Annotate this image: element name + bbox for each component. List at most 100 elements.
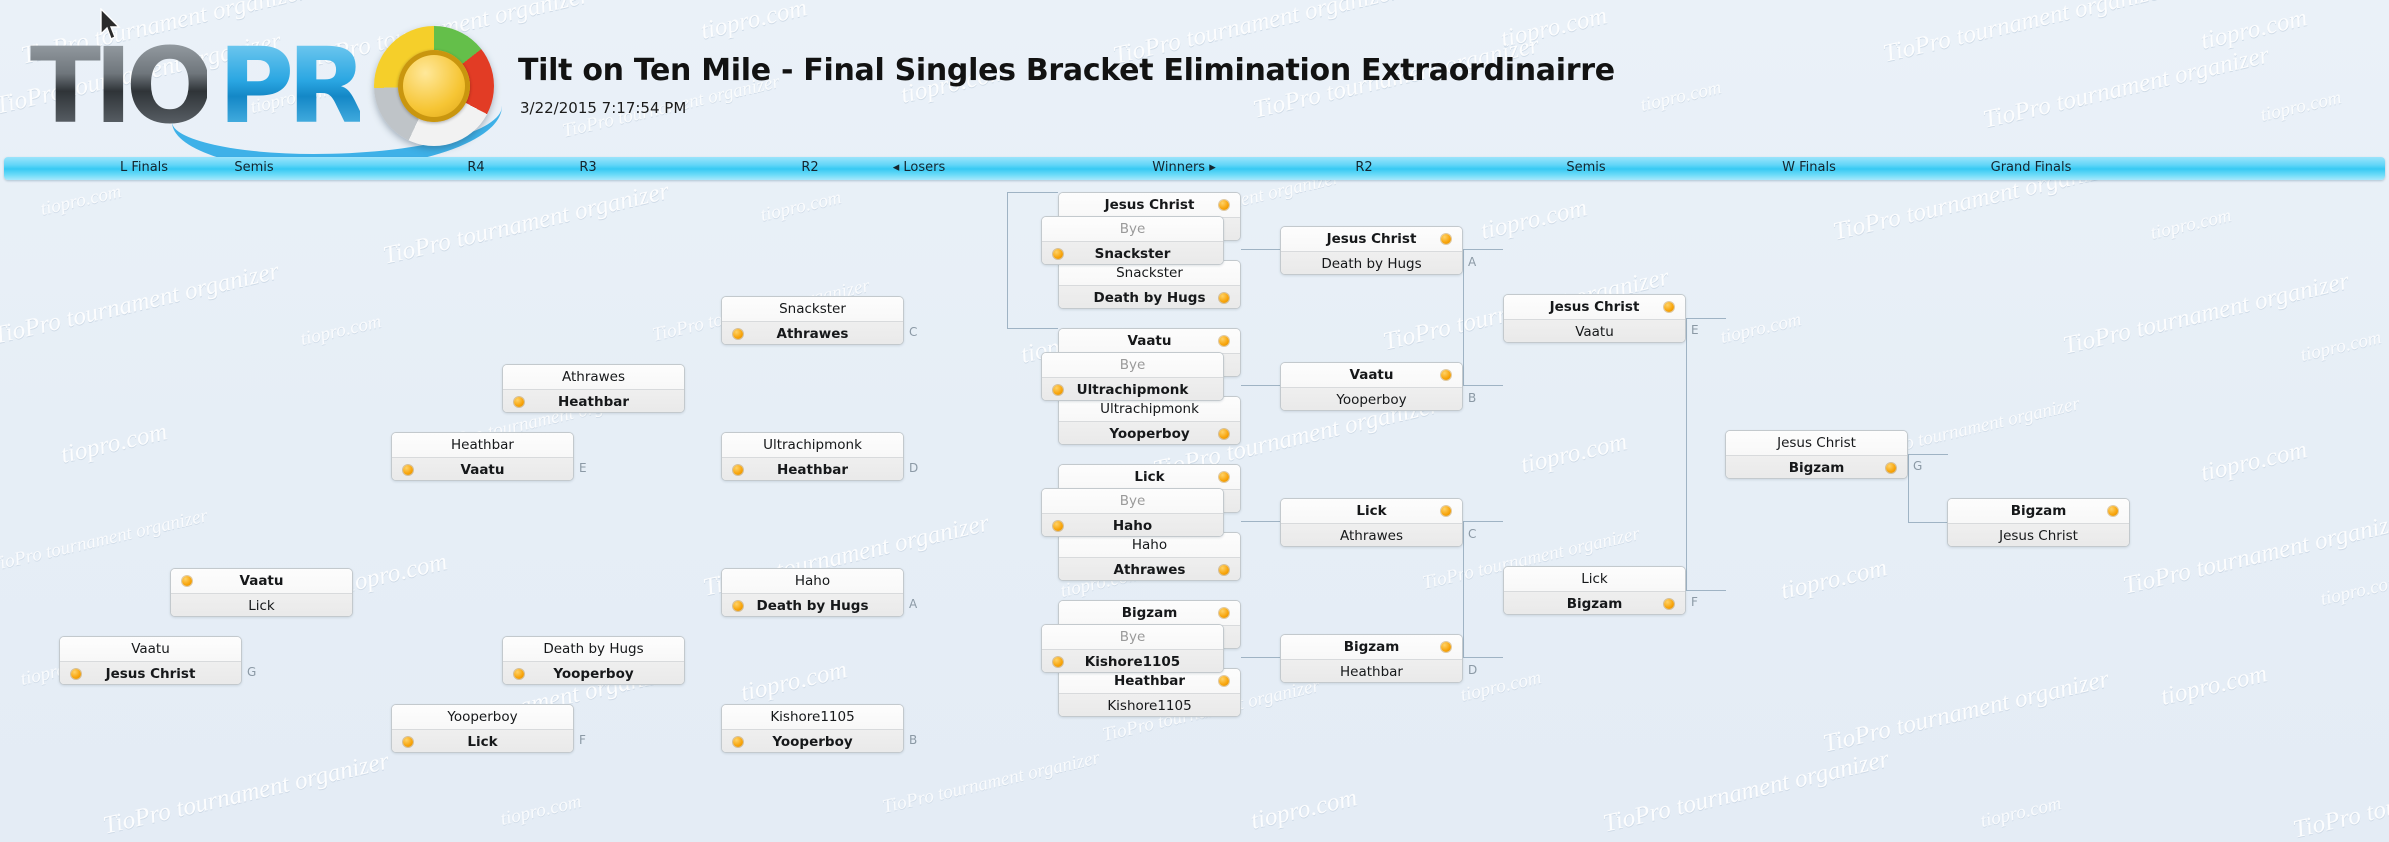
winner-marker-icon — [1441, 642, 1451, 652]
match-slot-top[interactable]: Yooperboy — [392, 705, 573, 729]
match-slot-bottom[interactable]: Vaatu — [1504, 319, 1685, 342]
match-box[interactable]: Vaatu Jesus Christ — [59, 636, 242, 685]
match-slot-top[interactable]: Jesus Christ — [1726, 431, 1907, 455]
match-slot-bottom[interactable]: Haho — [1042, 513, 1223, 536]
match-slot-bottom[interactable]: Snackster — [1042, 241, 1223, 264]
match-box[interactable]: Bye Snackster — [1041, 216, 1224, 265]
match-box[interactable]: Heathbar Vaatu — [391, 432, 574, 481]
match-box[interactable]: Bye Ultrachipmonk — [1041, 352, 1224, 401]
nav-label-grand-finals[interactable]: Grand Finals — [1991, 160, 2072, 175]
winner-marker-icon — [403, 737, 413, 747]
match-slot-top[interactable]: Kishore1105 — [722, 705, 903, 729]
match-slot-bottom[interactable]: Yooperboy — [1059, 421, 1240, 444]
nav-label-losers[interactable]: ◂ Losers — [893, 160, 946, 175]
match-slot-bottom[interactable]: Jesus Christ — [60, 661, 241, 684]
match-slot-bottom[interactable]: Athrawes — [1059, 557, 1240, 580]
match-box[interactable]: Snackster Athrawes — [721, 296, 904, 345]
match-slot-bottom[interactable]: Yooperboy — [722, 729, 903, 752]
watermark-text: TioPro tournament organizer — [0, 257, 282, 350]
match-box[interactable]: Heathbar Kishore1105 — [1058, 668, 1241, 717]
match-slot-top[interactable]: Vaatu — [60, 637, 241, 661]
match-slot-top[interactable]: Heathbar — [392, 433, 573, 457]
match-slot-top[interactable]: Bye — [1042, 353, 1223, 377]
match-box[interactable]: Ultrachipmonk Heathbar — [721, 432, 904, 481]
match-slot-bottom[interactable]: Yooperboy — [503, 661, 684, 684]
match-slot-bottom[interactable]: Bigzam — [1726, 455, 1907, 478]
nav-label-r2[interactable]: R2 — [801, 160, 818, 175]
winner-marker-icon — [1219, 608, 1229, 618]
match-slot-top[interactable]: Jesus Christ — [1504, 295, 1685, 319]
match-slot-top[interactable]: Lick — [1281, 499, 1462, 523]
winner-marker-icon — [1219, 200, 1229, 210]
match-box[interactable]: Athrawes Heathbar — [502, 364, 685, 413]
match-slot-top[interactable]: Bigzam — [1281, 635, 1462, 659]
match-slot-bottom[interactable]: Kishore1105 — [1042, 649, 1223, 672]
winner-marker-icon — [1219, 472, 1229, 482]
watermark-text: tiopro.com — [2158, 660, 2270, 711]
match-box[interactable]: Jesus Christ Bigzam — [1725, 430, 1908, 479]
match-slot-bottom[interactable]: Vaatu — [392, 457, 573, 480]
nav-label-r4[interactable]: R4 — [467, 160, 484, 175]
match-slot-top[interactable]: Snackster — [722, 297, 903, 321]
match-slot-top[interactable]: Haho — [722, 569, 903, 593]
match-slot-top[interactable]: Bye — [1042, 489, 1223, 513]
match-box[interactable]: Jesus Christ Death by Hugs — [1280, 226, 1463, 275]
match-slot-top[interactable]: Bye — [1042, 217, 1223, 241]
match-slot-top[interactable]: Bigzam — [1948, 499, 2129, 523]
match-box[interactable]: Lick Athrawes — [1280, 498, 1463, 547]
match-box[interactable]: Vaatu Yooperboy — [1280, 362, 1463, 411]
match-slot-bottom[interactable]: Bigzam — [1504, 591, 1685, 614]
match-box[interactable]: Haho Death by Hugs — [721, 568, 904, 617]
match-slot-bottom[interactable]: Jesus Christ — [1948, 523, 2129, 546]
match-slot-bottom[interactable]: Heathbar — [722, 457, 903, 480]
match-slot-bottom[interactable]: Lick — [171, 593, 352, 616]
match-box[interactable]: Yooperboy Lick — [391, 704, 574, 753]
nav-label-w-finals[interactable]: W Finals — [1782, 160, 1836, 175]
match-slot-top[interactable]: Jesus Christ — [1281, 227, 1462, 251]
match-box[interactable]: Bye Haho — [1041, 488, 1224, 537]
match-slot-bottom[interactable]: Athrawes — [722, 321, 903, 344]
nav-label-r3[interactable]: R3 — [579, 160, 596, 175]
match-slot-top[interactable]: Lick — [1504, 567, 1685, 591]
round-navigation-bar[interactable]: L Finals Semis R4 R3 R2 ◂ Losers Winners ▸ R2 Se… — [4, 157, 2385, 180]
match-slot-bottom[interactable]: Heathbar — [503, 389, 684, 412]
match-box[interactable]: Lick Bigzam — [1503, 566, 1686, 615]
watermark-text: tiopro.com — [498, 791, 584, 830]
match-slot-top[interactable]: Vaatu — [171, 569, 352, 593]
match-slot-top[interactable]: Bigzam — [1059, 601, 1240, 625]
nav-label-semis[interactable]: Semis — [234, 160, 273, 175]
match-slot-top[interactable]: Death by Hugs — [503, 637, 684, 661]
match-slot-top[interactable]: Jesus Christ — [1059, 193, 1240, 217]
match-slot-bottom[interactable]: Death by Hugs — [1059, 285, 1240, 308]
match-slot-bottom[interactable]: Kishore1105 — [1059, 693, 1240, 716]
match-box[interactable]: Vaatu Lick — [170, 568, 353, 617]
match-box[interactable]: Jesus Christ Vaatu — [1503, 294, 1686, 343]
match-slot-bottom[interactable]: Ultrachipmonk — [1042, 377, 1223, 400]
match-slot-top[interactable]: Ultrachipmonk — [722, 433, 903, 457]
match-slot-top[interactable]: Vaatu — [1059, 329, 1240, 353]
match-box[interactable]: Ultrachipmonk Yooperboy — [1058, 396, 1241, 445]
nav-label-semis[interactable]: Semis — [1566, 160, 1605, 175]
match-box[interactable]: Kishore1105 Yooperboy — [721, 704, 904, 753]
match-slot-bottom[interactable]: Lick — [392, 729, 573, 752]
match-slot-bottom[interactable]: Yooperboy — [1281, 387, 1462, 410]
match-slot-top[interactable]: Bye — [1042, 625, 1223, 649]
match-slot-top[interactable]: Lick — [1059, 465, 1240, 489]
match-box[interactable]: Bye Kishore1105 — [1041, 624, 1224, 673]
match-box[interactable]: Haho Athrawes — [1058, 532, 1241, 581]
nav-label-r2[interactable]: R2 — [1355, 160, 1372, 175]
match-box[interactable]: Bigzam Heathbar — [1280, 634, 1463, 683]
match-slot-bottom[interactable]: Death by Hugs — [722, 593, 903, 616]
match-slot-top[interactable]: Vaatu — [1281, 363, 1462, 387]
nav-label-winners[interactable]: Winners ▸ — [1152, 160, 1215, 175]
match-slot-bottom[interactable]: Athrawes — [1281, 523, 1462, 546]
winner-marker-icon — [1219, 565, 1229, 575]
match-box[interactable]: Bigzam Jesus Christ — [1947, 498, 2130, 547]
nav-label-l-finals[interactable]: L Finals — [120, 160, 168, 175]
winner-marker-icon — [1219, 429, 1229, 439]
match-slot-top[interactable]: Athrawes — [503, 365, 684, 389]
match-slot-bottom[interactable]: Heathbar — [1281, 659, 1462, 682]
match-slot-bottom[interactable]: Death by Hugs — [1281, 251, 1462, 274]
match-box[interactable]: Death by Hugs Yooperboy — [502, 636, 685, 685]
match-box[interactable]: Snackster Death by Hugs — [1058, 260, 1241, 309]
